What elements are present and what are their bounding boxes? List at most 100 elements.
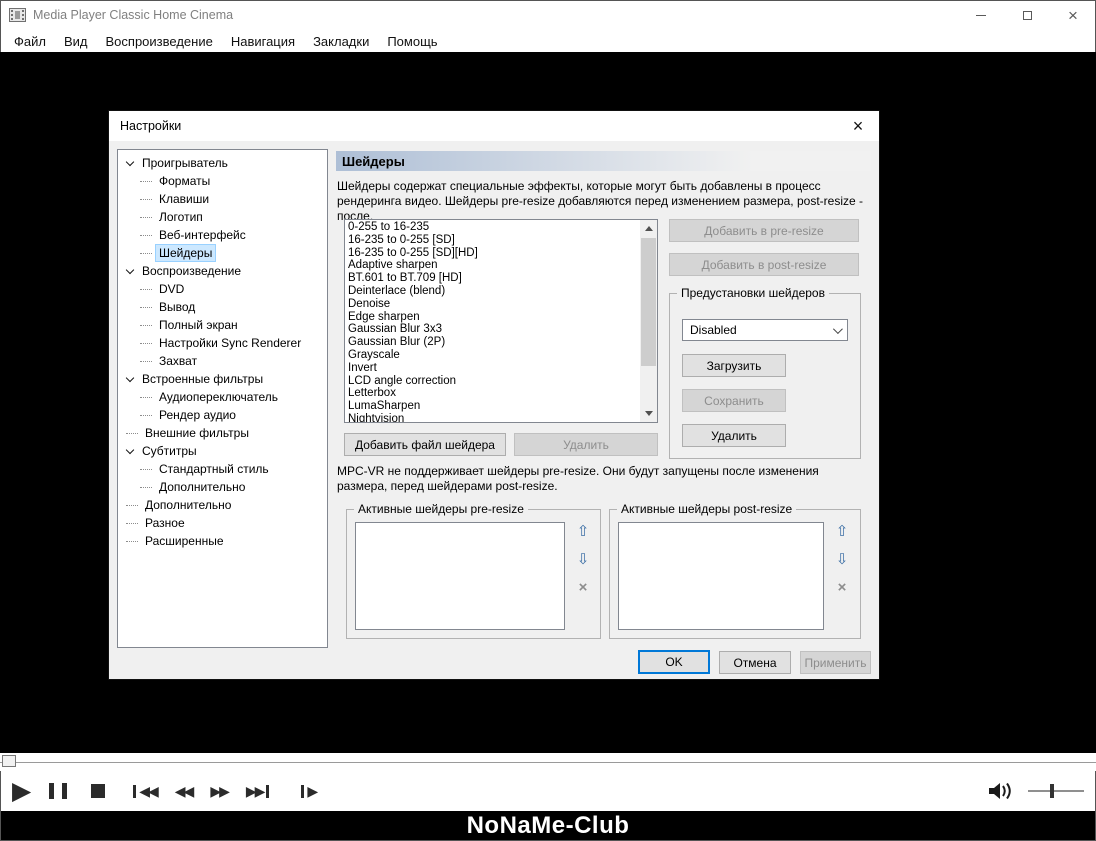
play-button[interactable]: ▶ bbox=[12, 778, 31, 804]
tree-connector-icon bbox=[140, 306, 152, 308]
move-down-button[interactable]: ⇩ bbox=[832, 548, 852, 570]
shader-list-item[interactable]: Denoise bbox=[345, 298, 640, 311]
skip-forward-button[interactable]: ▶▶ bbox=[246, 783, 270, 799]
save-preset-button[interactable]: Сохранить bbox=[682, 389, 786, 412]
shader-list-scrollbar[interactable] bbox=[640, 220, 657, 422]
scrollbar-thumb[interactable] bbox=[641, 238, 656, 366]
move-down-button[interactable]: ⇩ bbox=[573, 548, 593, 570]
tree-item[interactable]: Рендер аудио bbox=[118, 406, 327, 424]
stop-button[interactable] bbox=[91, 784, 106, 798]
tree-item[interactable]: Веб-интерфейс bbox=[118, 226, 327, 244]
move-up-button[interactable]: ⇧ bbox=[832, 520, 852, 542]
tree-connector-icon bbox=[140, 360, 152, 362]
shader-list-item[interactable]: 16-235 to 0-255 [SD][HD] bbox=[345, 247, 640, 260]
volume-slider[interactable] bbox=[1028, 781, 1084, 801]
tree-item[interactable]: DVD bbox=[118, 280, 327, 298]
shader-list-item[interactable]: Deinterlace (blend) bbox=[345, 285, 640, 298]
add-to-post-resize-button[interactable]: Добавить в post-resize bbox=[669, 253, 859, 276]
remove-from-list-button[interactable]: × bbox=[573, 576, 593, 598]
add-shader-file-button[interactable]: Добавить файл шейдера bbox=[344, 433, 506, 456]
tree-item[interactable]: Логотип bbox=[118, 208, 327, 226]
tree-item[interactable]: Стандартный стиль bbox=[118, 460, 327, 478]
pause-button[interactable] bbox=[49, 783, 68, 799]
load-preset-button[interactable]: Загрузить bbox=[682, 354, 786, 377]
skip-back-button[interactable]: ◀◀ bbox=[133, 783, 159, 799]
volume-thumb[interactable] bbox=[1050, 784, 1054, 798]
tree-item[interactable]: Полный экран bbox=[118, 316, 327, 334]
menu-item[interactable]: Воспроизведение bbox=[97, 32, 222, 51]
tree-item[interactable]: Внешние фильтры bbox=[118, 424, 327, 442]
rewind-button[interactable]: ◀◀ bbox=[174, 783, 194, 799]
seek-track[interactable] bbox=[0, 762, 1096, 763]
active-post-resize-list[interactable] bbox=[618, 522, 824, 630]
seek-bar[interactable] bbox=[0, 753, 1096, 771]
shader-list-item[interactable]: Edge sharpen bbox=[345, 311, 640, 324]
minimize-button[interactable] bbox=[958, 0, 1004, 30]
rewind-icon: ◀◀ bbox=[174, 783, 194, 799]
tree-item[interactable]: Дополнительно bbox=[118, 478, 327, 496]
tree-item[interactable]: Разное bbox=[118, 514, 327, 532]
tree-connector-icon bbox=[140, 414, 152, 416]
maximize-button[interactable] bbox=[1004, 0, 1050, 30]
close-button[interactable]: × bbox=[1050, 0, 1096, 30]
move-up-button[interactable]: ⇧ bbox=[573, 520, 593, 542]
ok-button[interactable]: OK bbox=[638, 650, 710, 674]
menu-item[interactable]: Закладки bbox=[304, 32, 378, 51]
scroll-down-button[interactable] bbox=[640, 405, 657, 422]
shader-list-item[interactable]: 0-255 to 16-235 bbox=[345, 221, 640, 234]
add-to-pre-resize-button[interactable]: Добавить в pre-resize bbox=[669, 219, 859, 242]
seek-thumb[interactable] bbox=[2, 755, 16, 767]
remove-shader-button[interactable]: Удалить bbox=[514, 433, 658, 456]
frame-step-button[interactable]: ▶ bbox=[301, 783, 318, 799]
shader-list-item[interactable]: Letterbox bbox=[345, 387, 640, 400]
shader-list-item[interactable]: Grayscale bbox=[345, 349, 640, 362]
tree-connector-icon bbox=[126, 504, 138, 506]
shader-list-item[interactable]: BT.601 to BT.709 [HD] bbox=[345, 272, 640, 285]
tree-item[interactable]: Клавиши bbox=[118, 190, 327, 208]
fast-forward-button[interactable]: ▶▶ bbox=[210, 783, 229, 799]
tree-item[interactable]: Воспроизведение bbox=[118, 262, 327, 280]
tree-item[interactable]: Проигрыватель bbox=[118, 154, 327, 172]
menu-item[interactable]: Помощь bbox=[378, 32, 446, 51]
apply-button[interactable]: Применить bbox=[800, 651, 871, 674]
tree-connector-icon bbox=[140, 486, 152, 488]
tree-item[interactable]: Субтитры bbox=[118, 442, 327, 460]
window-titlebar: Media Player Classic Home Cinema × bbox=[0, 0, 1096, 30]
shader-list-item[interactable]: Invert bbox=[345, 362, 640, 375]
tree-item[interactable]: Настройки Sync Renderer bbox=[118, 334, 327, 352]
tree-connector-icon bbox=[140, 288, 152, 290]
window-controls: × bbox=[958, 0, 1096, 30]
menu-item[interactable]: Вид bbox=[55, 32, 97, 51]
tree-item[interactable]: Вывод bbox=[118, 298, 327, 316]
tree-item[interactable]: Форматы bbox=[118, 172, 327, 190]
shader-list-item[interactable]: Adaptive sharpen bbox=[345, 259, 640, 272]
active-pre-resize-list[interactable] bbox=[355, 522, 565, 630]
remove-from-list-button[interactable]: × bbox=[832, 576, 852, 598]
shader-list-item[interactable]: 16-235 to 0-255 [SD] bbox=[345, 234, 640, 247]
dialog-close-button[interactable]: × bbox=[837, 111, 879, 141]
shader-list-item[interactable]: Gaussian Blur 3x3 bbox=[345, 323, 640, 336]
delete-preset-button[interactable]: Удалить bbox=[682, 424, 786, 447]
shader-list-item[interactable]: Nightvision bbox=[345, 413, 640, 422]
tree-item[interactable]: Встроенные фильтры bbox=[118, 370, 327, 388]
volume-section bbox=[987, 781, 1084, 801]
preset-dropdown[interactable]: Disabled bbox=[682, 319, 848, 341]
menu-item[interactable]: Навигация bbox=[222, 32, 304, 51]
cancel-button[interactable]: Отмена bbox=[719, 651, 791, 674]
scroll-up-button[interactable] bbox=[640, 220, 657, 237]
shader-list-item[interactable]: Gaussian Blur (2P) bbox=[345, 336, 640, 349]
tree-connector-icon bbox=[140, 198, 152, 200]
volume-icon[interactable] bbox=[987, 781, 1014, 801]
video-area[interactable]: Настройки × Проигрыватель Форматы Клавиш… bbox=[0, 52, 1096, 753]
tree-item[interactable]: Аудиопереключатель bbox=[118, 388, 327, 406]
tree-item[interactable]: Дополнительно bbox=[118, 496, 327, 514]
tree-item[interactable]: Шейдеры bbox=[118, 244, 327, 262]
shader-list-item[interactable]: LumaSharpen bbox=[345, 400, 640, 413]
tree-item-label: Дополнительно bbox=[145, 498, 232, 512]
tree-connector-icon bbox=[140, 324, 152, 326]
tree-item[interactable]: Захват bbox=[118, 352, 327, 370]
volume-track[interactable] bbox=[1028, 790, 1084, 792]
shader-list-item[interactable]: LCD angle correction bbox=[345, 375, 640, 388]
tree-item[interactable]: Расширенные bbox=[118, 532, 327, 550]
menu-item[interactable]: Файл bbox=[5, 32, 55, 51]
